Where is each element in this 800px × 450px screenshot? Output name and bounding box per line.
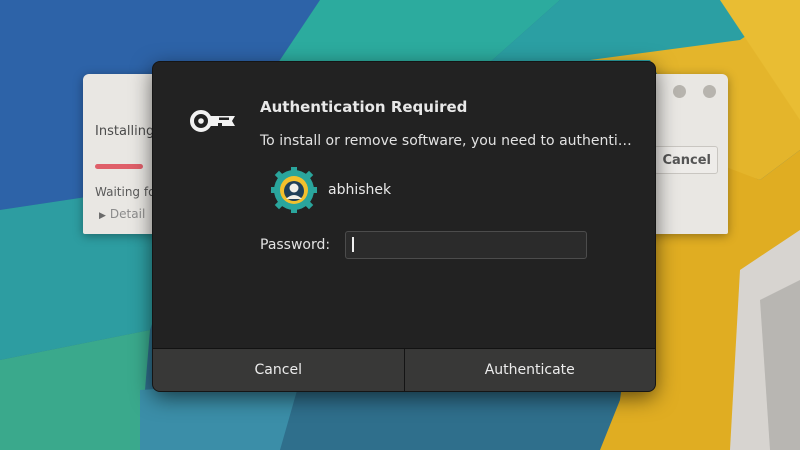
installer-cancel-button[interactable]: Cancel	[654, 146, 718, 174]
close-button[interactable]	[703, 85, 716, 98]
details-expander[interactable]: ▶ Detail	[99, 207, 145, 221]
password-input[interactable]	[345, 231, 587, 259]
username-label: abhishek	[328, 182, 392, 198]
cancel-button[interactable]: Cancel	[153, 349, 404, 391]
key-icon	[190, 110, 235, 132]
minimize-button[interactable]	[673, 85, 686, 98]
text-cursor	[352, 237, 354, 252]
dialog-button-row: Cancel Authenticate	[153, 348, 655, 391]
dialog-title: Authentication Required	[260, 98, 468, 116]
password-label: Password:	[260, 237, 331, 253]
installing-label: Installing	[95, 124, 155, 139]
expander-triangle-icon: ▶	[99, 211, 106, 221]
dialog-message: To install or remove software, you need …	[260, 133, 632, 149]
install-progress-bar	[95, 164, 143, 169]
user-avatar	[271, 167, 317, 213]
authentication-dialog: Authentication Required To install or re…	[153, 62, 655, 391]
details-label: Detail	[109, 207, 146, 221]
ubuntu-gear-avatar-icon	[271, 167, 317, 213]
waiting-status-text: Waiting fo	[95, 185, 156, 199]
authenticate-button[interactable]: Authenticate	[403, 349, 655, 391]
